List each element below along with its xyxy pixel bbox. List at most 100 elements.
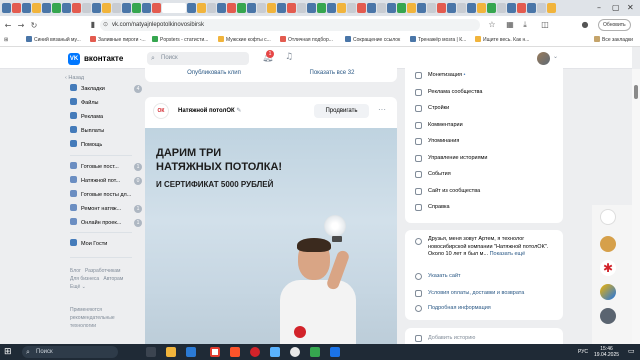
close-icon[interactable]: ✕ <box>627 3 634 12</box>
chevron-down-icon[interactable]: ⌄ <box>553 53 558 60</box>
browser-tab[interactable] <box>247 3 256 13</box>
clock[interactable]: 15:46 19.04.2025 <box>594 346 619 358</box>
forward-arrow-icon[interactable]: → <box>16 21 26 30</box>
browser-tab[interactable] <box>307 3 316 13</box>
browser-tab[interactable] <box>437 3 446 13</box>
browser-tab[interactable] <box>547 3 556 13</box>
browser-tab[interactable] <box>397 3 406 13</box>
menu-item-stories[interactable]: Управление историями <box>428 153 487 163</box>
browser-tab[interactable] <box>487 3 496 13</box>
side-app-icon[interactable] <box>600 209 616 225</box>
browser-tab[interactable] <box>227 3 236 13</box>
nav-item-group[interactable]: Натяжной пот... 0 <box>70 176 142 186</box>
promote-button[interactable]: Продвигать <box>314 104 369 118</box>
bookmark-flag-icon[interactable]: ▮ <box>88 20 98 29</box>
group-avatar[interactable]: ОК <box>153 103 169 119</box>
browser-tab[interactable] <box>317 3 326 13</box>
browser-tab[interactable] <box>337 3 346 13</box>
browser-tab[interactable] <box>122 3 131 13</box>
nav-item-bookmarks[interactable]: Закладки 4 <box>70 84 142 94</box>
nav-item-ads[interactable]: Реклама <box>70 112 142 122</box>
footer-link-business[interactable]: Для бизнеса <box>70 276 99 282</box>
opera-icon[interactable] <box>250 347 260 357</box>
search-input[interactable]: ⌕ Поиск <box>147 52 249 65</box>
nav-item-group[interactable]: Готовые пост... 1 <box>70 162 142 172</box>
downloads-icon[interactable]: ⤓ <box>520 20 530 30</box>
app-icon[interactable] <box>310 347 320 357</box>
brave-icon[interactable] <box>230 347 240 357</box>
browser-tab[interactable] <box>142 3 151 13</box>
site-info-icon[interactable]: ⊙ <box>103 19 108 31</box>
browser-tab[interactable] <box>42 3 51 13</box>
menu-item-community-ads[interactable]: Реклама сообщества <box>428 87 482 97</box>
maximize-icon[interactable]: ▢ <box>612 3 620 12</box>
browser-tab[interactable] <box>297 3 306 13</box>
browser-tab[interactable] <box>217 3 226 13</box>
nav-item-help[interactable]: Помощь <box>70 140 142 150</box>
back-link[interactable]: ‹ Назад <box>65 75 84 81</box>
bookmark-item[interactable]: Ищите весь. Как н... <box>475 36 529 45</box>
browser-tab[interactable] <box>287 3 296 13</box>
browser-tab[interactable] <box>457 3 466 13</box>
browser-tab[interactable] <box>357 3 366 13</box>
browser-tab[interactable] <box>427 3 436 13</box>
bookmark-item[interactable]: Синий вязаный му... <box>26 36 81 45</box>
browser-tab[interactable] <box>62 3 71 13</box>
profile-icon[interactable]: ● <box>580 20 590 29</box>
browser-tab[interactable] <box>367 3 376 13</box>
browser-tab[interactable] <box>327 3 336 13</box>
taskbar-search[interactable]: ⌕ Поиск <box>22 346 118 358</box>
menu-item-events[interactable]: События <box>428 169 451 179</box>
url-field[interactable]: ⊙ vk.com/natyajnlepotolkinovosibirsk <box>100 19 480 31</box>
footer-link-developers[interactable]: Разработчикам <box>85 268 121 274</box>
browser-tab[interactable] <box>22 3 31 13</box>
footer-link-more[interactable]: Ещё <box>70 284 80 290</box>
browser-tab[interactable] <box>527 3 536 13</box>
extensions-icon[interactable]: ▦ <box>505 20 515 29</box>
chrome-icon[interactable] <box>210 347 220 357</box>
browser-tab[interactable] <box>12 3 21 13</box>
bookmark-item[interactable]: Тренажёр мозга | К... <box>410 36 466 45</box>
sidebar-toggle-icon[interactable]: ◫ <box>540 20 550 29</box>
back-arrow-icon[interactable]: ← <box>3 21 13 30</box>
browser-tab[interactable] <box>477 3 486 13</box>
browser-tab[interactable] <box>32 3 41 13</box>
apps-icon[interactable]: ⊞ <box>4 36 8 45</box>
group-name[interactable]: Натяжной потолОК ✎ <box>178 107 241 114</box>
nav-item-files[interactable]: Файлы <box>70 98 142 108</box>
side-app-icon[interactable]: ✱ <box>600 260 616 276</box>
menu-item-site-builder[interactable]: Сайт из сообщества <box>428 186 480 196</box>
browser-tab[interactable] <box>497 3 506 13</box>
browser-tab[interactable] <box>237 3 246 13</box>
browser-tab[interactable] <box>347 3 356 13</box>
page-scrollbar[interactable] <box>632 69 640 344</box>
browser-tab[interactable] <box>197 3 206 13</box>
nav-item-group[interactable]: Онлайн проек... 1 <box>70 218 142 228</box>
browser-tab[interactable] <box>152 3 161 13</box>
browser-tab[interactable] <box>267 3 276 13</box>
side-app-icon[interactable] <box>600 308 616 324</box>
menu-item-constructions[interactable]: Стройки <box>428 103 449 113</box>
task-view-icon[interactable] <box>146 347 156 357</box>
app-icon[interactable] <box>290 347 300 357</box>
browser-tab[interactable] <box>417 3 426 13</box>
browser-tab[interactable] <box>467 3 476 13</box>
nav-item-group[interactable]: Ремонт натяж... 1 <box>70 204 142 214</box>
vk-logo-text[interactable]: вконтакте <box>84 53 123 65</box>
bookmark-item[interactable]: Popsters - статисти... <box>152 36 208 45</box>
language-indicator[interactable]: РУС <box>578 349 588 355</box>
app-icon[interactable] <box>330 347 340 357</box>
nav-item-payouts[interactable]: Выплаты <box>70 126 142 136</box>
notification-center-icon[interactable]: ▭ <box>628 347 635 355</box>
browser-tab[interactable] <box>407 3 416 13</box>
menu-item-help[interactable]: Справка <box>428 202 450 212</box>
browser-tab[interactable] <box>187 3 196 13</box>
browser-tab[interactable] <box>132 3 141 13</box>
set-site-link[interactable]: Указать сайт <box>428 271 461 281</box>
menu-item-mentions[interactable]: Упоминания <box>428 136 459 146</box>
reload-icon[interactable]: ↻ <box>29 21 39 30</box>
nav-item-group[interactable]: Готовые посты дл... <box>70 190 142 200</box>
star-icon[interactable]: ☆ <box>487 20 497 29</box>
bookmark-item[interactable]: Отличная подбор... <box>280 36 333 45</box>
browser-tab[interactable] <box>52 3 61 13</box>
